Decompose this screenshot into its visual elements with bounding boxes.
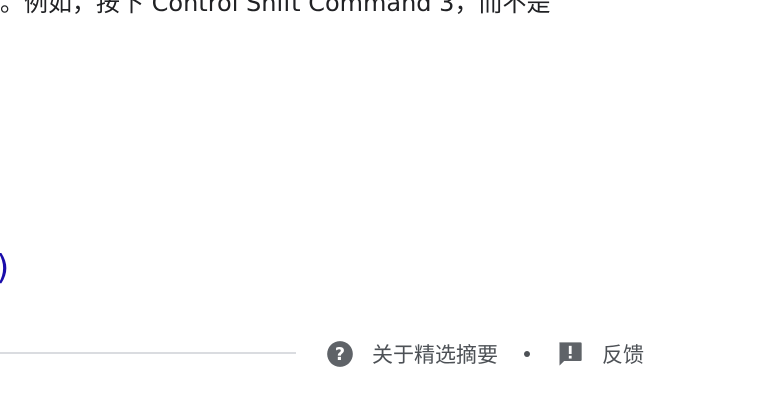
footer-separator-dot: [524, 351, 530, 357]
svg-text:?: ?: [335, 345, 345, 365]
featured-snippet-footer: ? 关于精选摘要 反馈: [326, 338, 644, 370]
feedback-icon: [556, 340, 584, 368]
result-link-fragment[interactable]: ): [0, 248, 9, 288]
about-featured-snippets-label: 关于精选摘要: [372, 343, 498, 367]
feedback-label: 反馈: [602, 343, 644, 367]
help-circle-icon: ?: [326, 340, 354, 368]
snippet-text-partial: 。例如，按下 Control Shift Command 3，而不是: [0, 0, 551, 17]
feedback-link[interactable]: 反馈: [556, 339, 644, 369]
footer-divider: [0, 352, 296, 354]
about-featured-snippets-link[interactable]: ? 关于精选摘要: [326, 339, 498, 369]
